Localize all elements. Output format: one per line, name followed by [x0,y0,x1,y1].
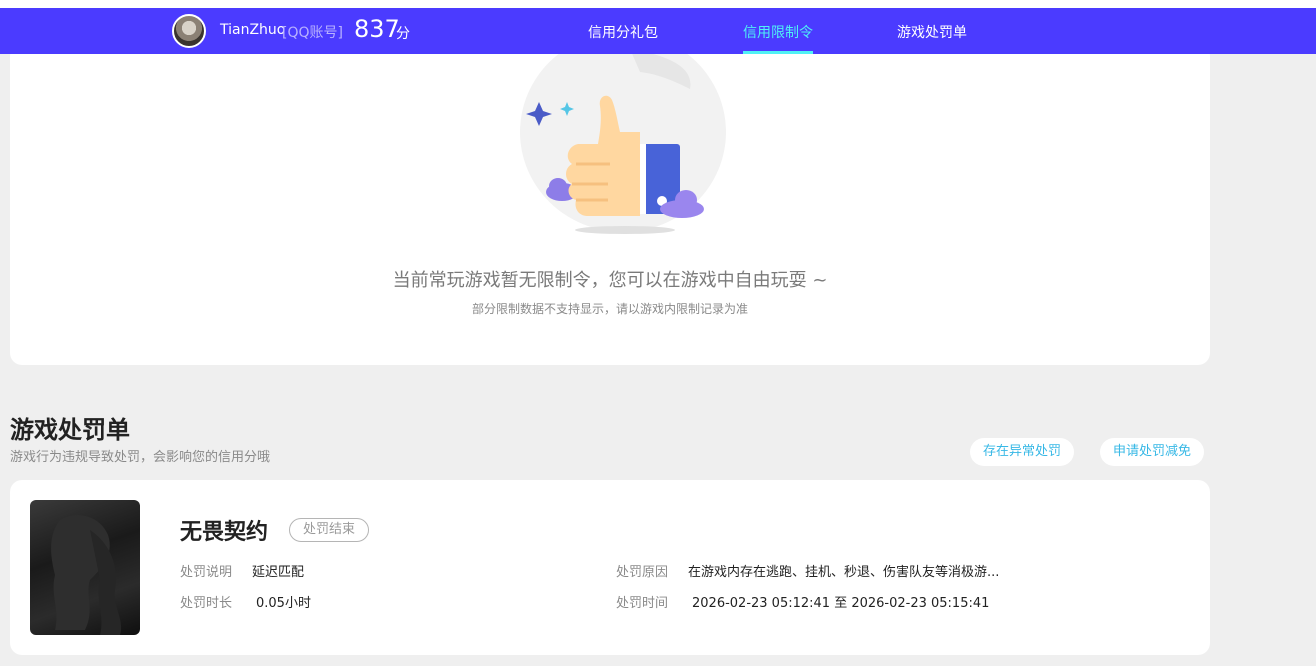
apply-reduction-button[interactable]: 申请处罚减免 [1100,438,1205,466]
time-value: 2026-02-23 05:12:41 至 2026-02-23 05:15:4… [692,596,990,611]
nav-tab-restriction[interactable]: 信用限制令 [743,22,813,42]
reason-label: 处罚原因 [616,565,669,580]
top-navbar: TianZhuo [QQ账号] 837 分 信用分礼包 信用限制令 游戏处罚单 [0,8,1316,54]
reason-value: 在游戏内存在逃跑、挂机、秒退、伤害队友等消极游... [688,565,1000,580]
avatar[interactable] [172,14,206,48]
active-tab-indicator [743,51,813,54]
thumbs-up-illustration [520,44,726,234]
empty-state-title: 当前常玩游戏暂无限制令，您可以在游戏中自由玩耍 ~ [392,270,828,291]
username: TianZhuo [220,22,286,38]
penalty-section-subtitle: 游戏行为违规导致处罚，会影响您的信用分哦 [10,450,271,465]
desc-value: 延迟匹配 [252,565,305,580]
credit-score: 837 [354,15,400,43]
nav-tab-gift[interactable]: 信用分礼包 [588,22,658,42]
time-label: 处罚时间 [616,596,669,611]
report-abnormal-button[interactable]: 存在异常处罚 [970,438,1075,466]
duration-value: 0.05小时 [256,596,311,611]
top-strip [0,0,1316,8]
empty-state-subtitle: 部分限制数据不支持显示，请以游戏内限制记录为准 [471,302,748,316]
penalty-status-badge: 处罚结束 [289,518,370,542]
restriction-card: 当前常玩游戏暂无限制令，您可以在游戏中自由玩耍 ~ 部分限制数据不支持显示，请以… [10,44,1210,365]
score-unit: 分 [396,26,410,42]
nav-tab-penalty[interactable]: 游戏处罚单 [897,22,967,42]
game-name: 无畏契约 [180,520,269,545]
duration-label: 处罚时长 [180,596,233,611]
desc-label: 处罚说明 [180,565,233,580]
account-type: [QQ账号] [282,25,343,41]
game-cover-image [30,500,140,635]
penalty-section-title: 游戏处罚单 [10,416,130,444]
penalty-card: 无畏契约 处罚结束 处罚说明 延迟匹配 处罚时长 0.05小时 处罚原因 在游戏… [10,480,1210,655]
